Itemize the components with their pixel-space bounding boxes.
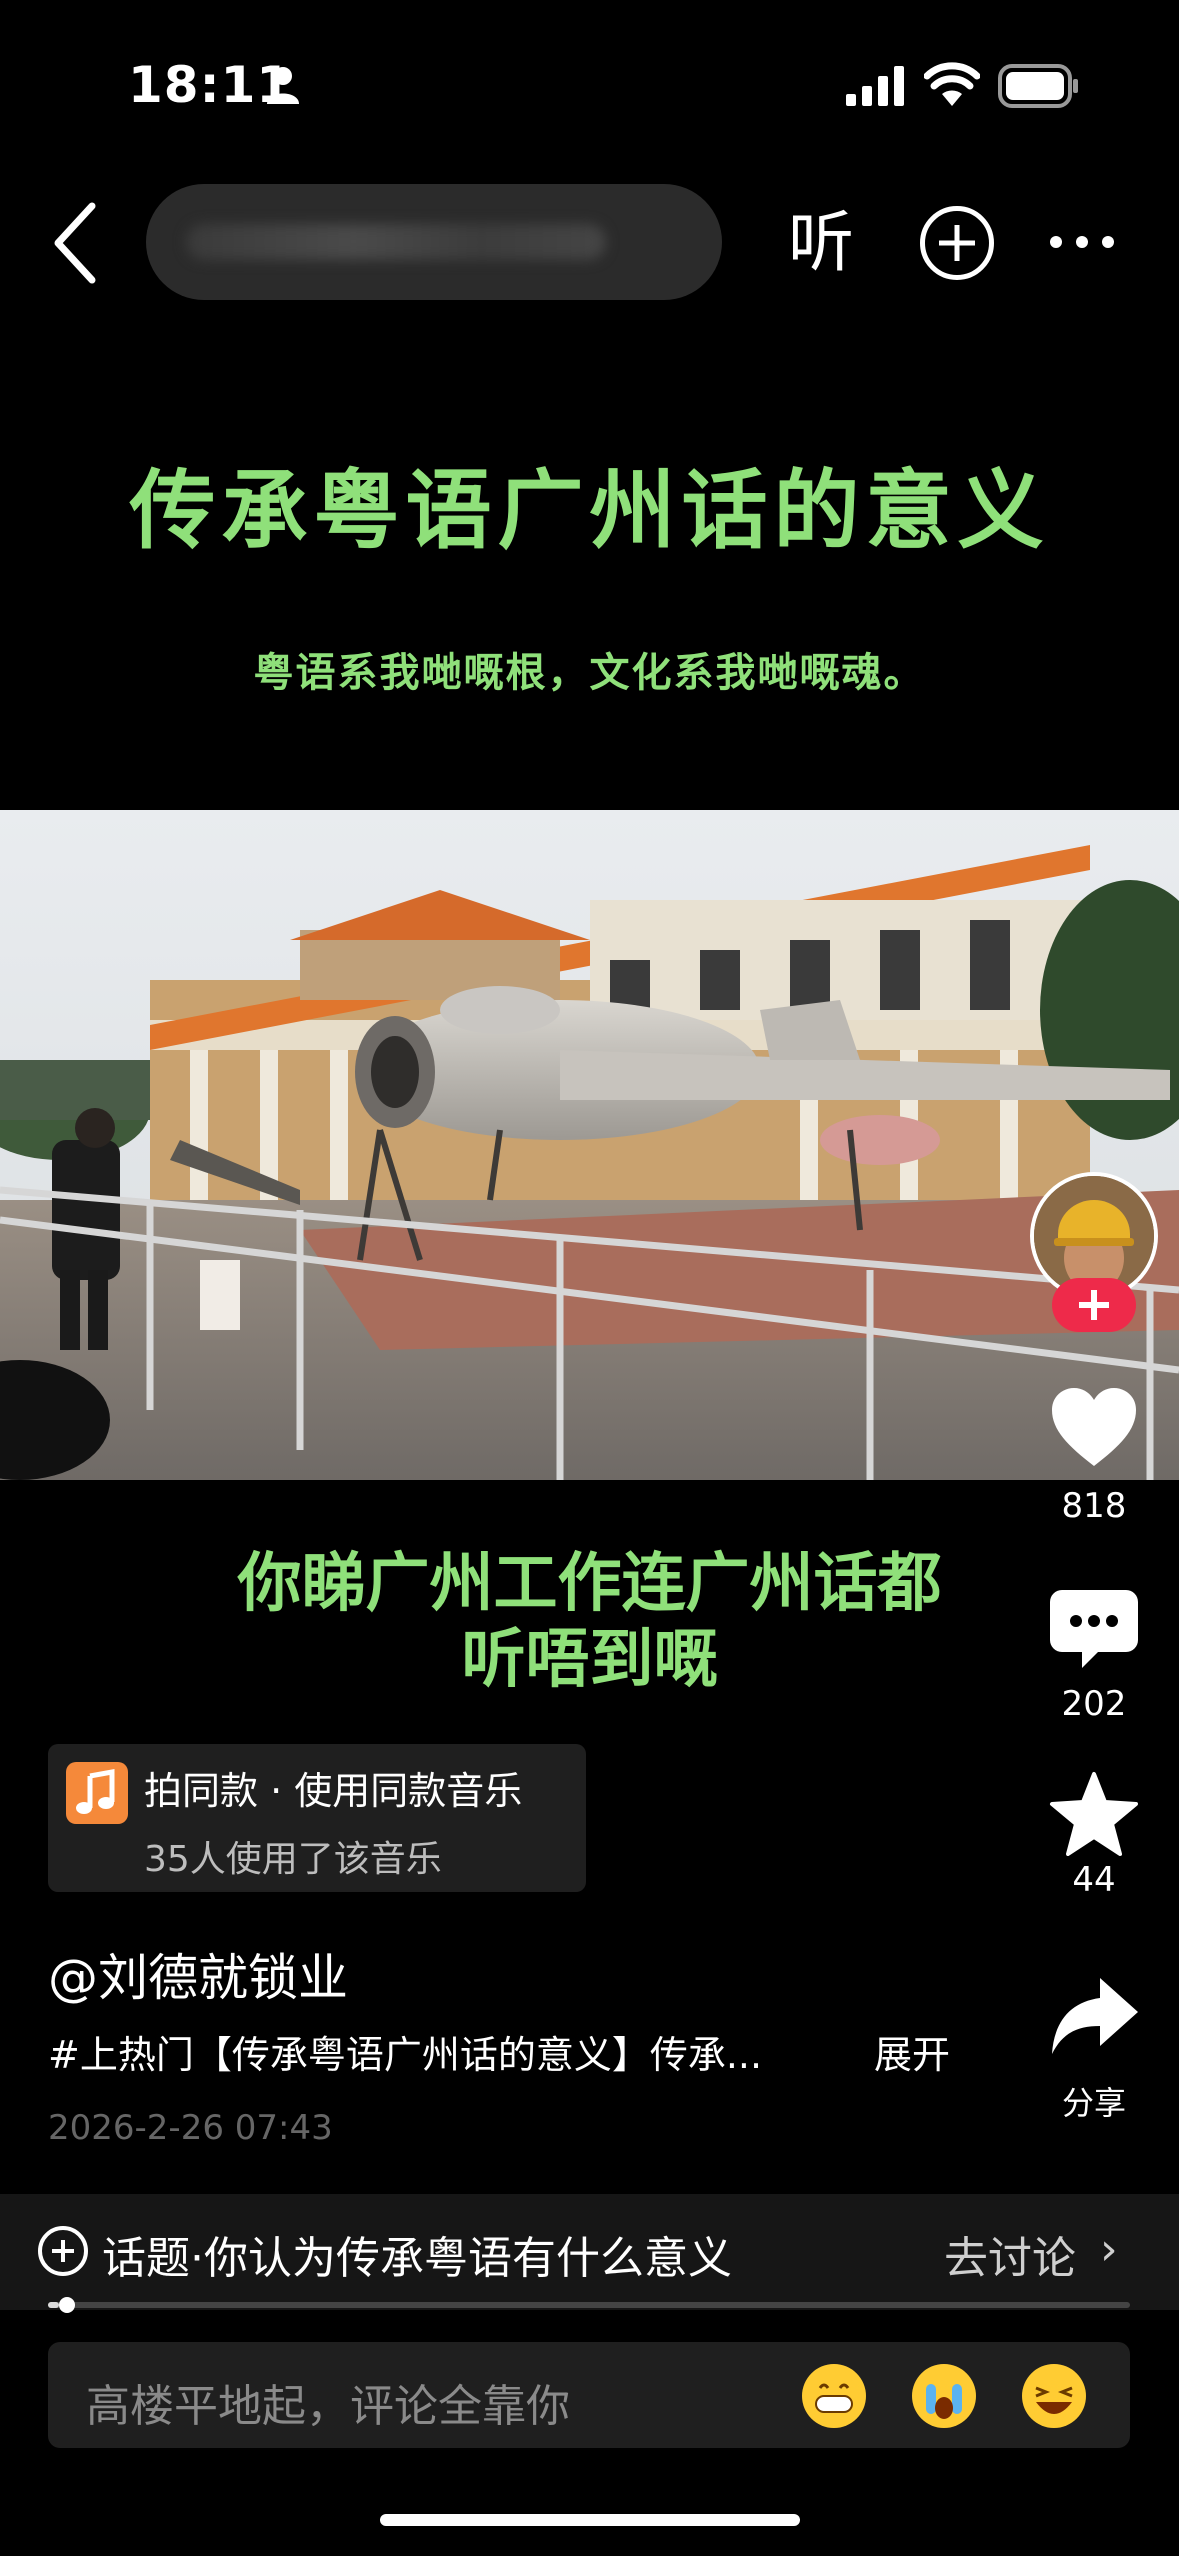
video-progress-fill <box>48 2302 59 2308</box>
search-bar[interactable] <box>146 184 722 300</box>
video-subtitle: 粤语系我哋嘅根，文化系我哋嘅魂。 <box>253 649 926 696</box>
share-icon[interactable] <box>1048 1974 1140 2060</box>
follow-button[interactable] <box>1052 1278 1136 1332</box>
person-icon <box>267 67 299 104</box>
author-name[interactable]: @刘德就锁业 <box>48 1938 348 2010</box>
comment-icon[interactable] <box>1048 1586 1140 1670</box>
like-count: 818 <box>1061 1486 1127 1526</box>
music-users: 35人使用了该音乐 <box>144 1839 442 1880</box>
battery-icon <box>998 64 1078 108</box>
topic-text: 话题·你认为传承粤语有什么意义 <box>102 2233 732 2284</box>
wifi-icon <box>924 62 980 106</box>
video-caption-line2: 听唔到嘅 <box>461 1623 718 1697</box>
video-caption: 你睇广州工作连广州话都 听唔到嘅 <box>0 1546 1179 1698</box>
crying-emoji-icon[interactable] <box>912 2364 976 2428</box>
video-progress-knob[interactable] <box>58 2297 75 2313</box>
share-label: 分享 <box>1061 2084 1126 2122</box>
music-chip[interactable]: 拍同款 · 使用同款音乐 35人使用了该音乐 <box>48 1744 586 1892</box>
post-date: 2026-2-26 07:43 <box>48 2108 333 2148</box>
comment-input[interactable]: 高楼平地起，评论全靠你 <box>48 2342 1130 2448</box>
expand-link[interactable]: 展开 <box>874 2024 950 2079</box>
video-title: 传承粤语广州话的意义 <box>129 460 1050 561</box>
more-icon[interactable] <box>1050 236 1114 248</box>
comment-count: 202 <box>1061 1684 1127 1724</box>
topic-discuss-link[interactable]: 去讨论 <box>944 2222 1076 2286</box>
comment-placeholder: 高楼平地起，评论全靠你 <box>86 2381 570 2432</box>
music-title: 拍同款 · 使用同款音乐 <box>144 1769 523 1813</box>
chevron-right-icon: › <box>1100 2224 1118 2275</box>
topic-add-icon <box>38 2226 88 2276</box>
heart-icon[interactable] <box>1048 1384 1140 1470</box>
topic-bar[interactable]: 话题·你认为传承粤语有什么意义 去讨论 › <box>0 2194 1179 2310</box>
listen-button[interactable]: 听 <box>788 200 854 286</box>
home-indicator <box>380 2514 800 2526</box>
back-icon[interactable] <box>50 200 100 286</box>
grin-emoji-icon[interactable] <box>802 2364 866 2428</box>
signal-icon <box>846 66 904 106</box>
star-icon[interactable] <box>1048 1770 1140 1856</box>
laughing-emoji-icon[interactable] <box>1022 2364 1086 2428</box>
video-frame-image[interactable] <box>0 810 1179 1480</box>
add-icon[interactable] <box>920 206 994 280</box>
video-progress-bar[interactable] <box>48 2297 1130 2313</box>
video-caption-line1: 你睇广州工作连广州话都 <box>237 1547 942 1621</box>
post-description[interactable]: #上热门【传承粤语广州话的意义】传承... <box>48 2024 762 2079</box>
music-note-icon <box>66 1762 128 1824</box>
favorite-count: 44 <box>1072 1860 1116 1900</box>
